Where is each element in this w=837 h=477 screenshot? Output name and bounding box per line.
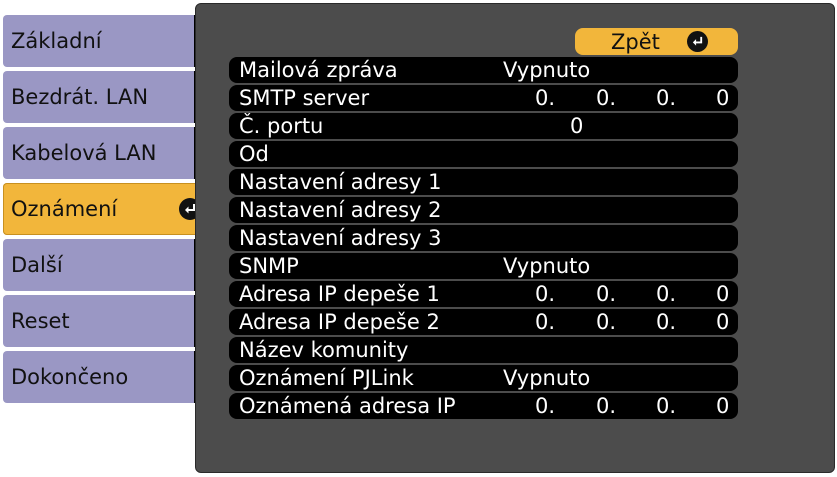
- ip-octet-1: 0.: [535, 310, 556, 334]
- ip-octet-3: 0.: [656, 310, 677, 334]
- sidebar-item-bezdrat-lan[interactable]: Bezdrát. LAN: [3, 71, 211, 123]
- row-oznameni-pjlink[interactable]: Oznámení PJLink Vypnuto: [229, 365, 738, 391]
- sidebar-item-dalsi[interactable]: Další: [3, 239, 211, 291]
- row-nastaveni-adresy-3[interactable]: Nastavení adresy 3: [229, 225, 738, 251]
- row-label: Nastavení adresy 1: [239, 170, 442, 194]
- ip-octet-2: 0.: [596, 310, 617, 334]
- row-mailova-zprava[interactable]: Mailová zpráva Vypnuto: [229, 57, 738, 83]
- sidebar-item-label: Dokončeno: [11, 365, 129, 389]
- row-value: Vypnuto: [503, 254, 591, 278]
- back-button-label: Zpět: [611, 29, 660, 54]
- row-label: SNMP: [239, 254, 299, 278]
- sidebar-item-zakladni[interactable]: Základní: [3, 15, 211, 67]
- row-label: Oznámená adresa IP: [239, 394, 456, 418]
- ip-octet-2: 0.: [596, 394, 617, 418]
- enter-return-icon: [687, 31, 708, 52]
- ip-octet-4: 0: [716, 282, 730, 306]
- sidebar-item-reset[interactable]: Reset: [3, 295, 211, 347]
- ip-octet-4: 0: [716, 86, 730, 110]
- sidebar-item-label: Základní: [11, 29, 102, 53]
- row-od[interactable]: Od: [229, 141, 738, 167]
- ip-octet-3: 0.: [656, 394, 677, 418]
- sidebar-item-label: Oznámení: [11, 197, 118, 221]
- ip-octet-4: 0: [716, 310, 730, 334]
- row-label: Nastavení adresy 3: [239, 226, 442, 250]
- row-value: Vypnuto: [503, 366, 591, 390]
- back-button[interactable]: Zpět: [575, 28, 738, 55]
- ip-octet-4: 0: [716, 394, 730, 418]
- ip-octet-3: 0.: [656, 282, 677, 306]
- row-nazev-komunity[interactable]: Název komunity: [229, 337, 738, 363]
- sidebar-item-label: Další: [11, 253, 63, 277]
- row-label: SMTP server: [239, 86, 370, 110]
- row-nastaveni-adresy-1[interactable]: Nastavení adresy 1: [229, 169, 738, 195]
- ip-octet-2: 0.: [596, 86, 617, 110]
- row-label: Nastavení adresy 2: [239, 198, 442, 222]
- port-value: 0: [570, 114, 584, 138]
- sidebar-item-label: Bezdrát. LAN: [11, 85, 149, 109]
- row-label: Mailová zpráva: [239, 58, 398, 82]
- row-label: Adresa IP depeše 1: [239, 282, 440, 306]
- sidebar-item-dokonceno[interactable]: Dokončeno: [3, 351, 211, 403]
- ip-octet-1: 0.: [535, 282, 556, 306]
- row-oznamena-adresa-ip[interactable]: Oznámená adresa IP 0. 0. 0. 0: [229, 393, 738, 419]
- row-label: Č. portu: [239, 114, 324, 138]
- row-smtp-server[interactable]: SMTP server 0. 0. 0. 0: [229, 85, 738, 111]
- row-adresa-ip-depese-2[interactable]: Adresa IP depeše 2 0. 0. 0. 0: [229, 309, 738, 335]
- sidebar-item-label: Reset: [11, 309, 70, 333]
- row-cislo-portu[interactable]: Č. portu 0: [229, 113, 738, 139]
- row-label: Název komunity: [239, 338, 409, 362]
- ip-octet-1: 0.: [535, 86, 556, 110]
- sidebar-item-kabelova-lan[interactable]: Kabelová LAN: [3, 127, 211, 179]
- row-snmp[interactable]: SNMP Vypnuto: [229, 253, 738, 279]
- row-value: Vypnuto: [503, 58, 591, 82]
- row-label: Oznámení PJLink: [239, 366, 414, 390]
- row-adresa-ip-depese-1[interactable]: Adresa IP depeše 1 0. 0. 0. 0: [229, 281, 738, 307]
- ip-octet-1: 0.: [535, 394, 556, 418]
- ip-octet-3: 0.: [656, 86, 677, 110]
- row-label: Adresa IP depeše 2: [239, 310, 440, 334]
- sidebar-item-label: Kabelová LAN: [11, 141, 157, 165]
- row-nastaveni-adresy-2[interactable]: Nastavení adresy 2: [229, 197, 738, 223]
- ip-octet-2: 0.: [596, 282, 617, 306]
- row-label: Od: [239, 142, 269, 166]
- sidebar-item-oznameni[interactable]: Oznámení: [3, 183, 211, 235]
